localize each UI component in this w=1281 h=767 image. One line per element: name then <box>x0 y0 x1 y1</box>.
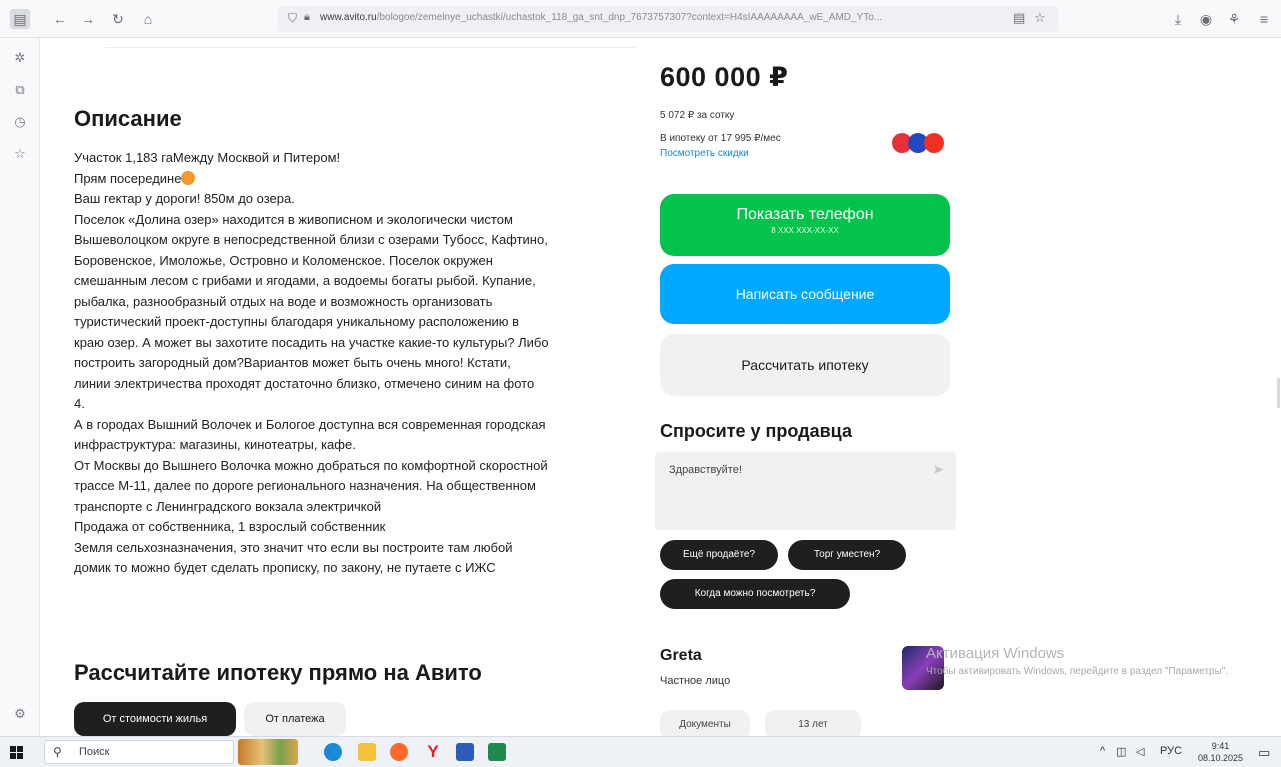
description-line: домик то можно будет сделать прописку, п… <box>74 560 496 575</box>
tray-chevron-icon[interactable]: ^ <box>1100 745 1105 757</box>
menu-icon[interactable]: ≡ <box>1254 9 1274 29</box>
taskbar-clock[interactable]: 9:41 08.10.2025 <box>1198 740 1243 764</box>
description-line: построить загородный дом?Вариантов может… <box>74 355 511 370</box>
description-title: Описание <box>74 106 182 131</box>
description-text: Участок 1,183 гаМежду Москвой и Питером!… <box>74 148 639 579</box>
description-line: Боровенское, Имоложье, Островно и Коломе… <box>74 252 493 268</box>
description-line: инфраструктура: магазины, кинотеатры, ка… <box>74 437 356 452</box>
account-icon[interactable]: ◉ <box>1196 9 1216 29</box>
description-line: А в городах Вышний Волочек и Бологое дос… <box>74 416 546 432</box>
phone-masked: 8 XXX XXX-XX-XX <box>771 226 839 235</box>
ask-seller-message: Здравствуйте! <box>669 464 742 476</box>
description-line: транспорте с Ленинградского вокзала элек… <box>74 498 382 514</box>
seller-badge-years: 13 лет <box>765 710 861 736</box>
description-line: трассе М-11, далее по дороге регионально… <box>74 478 536 493</box>
price-per-acre: 5 072 ₽ за сотку <box>660 110 735 121</box>
send-icon[interactable]: ➤ <box>932 461 944 478</box>
ai-chatbot-icon[interactable]: ✲ <box>12 50 28 66</box>
windows-start-icon[interactable] <box>10 746 24 760</box>
bookmark-star-icon[interactable]: ☆ <box>1034 10 1046 26</box>
shield-icon: ⛉ <box>288 11 298 25</box>
description-line: Участок 1,183 гаМежду Москвой и Питером! <box>74 150 341 165</box>
history-icon[interactable]: ◷ <box>12 114 28 130</box>
sidebar-toggle-icon[interactable]: ▤ <box>10 9 30 29</box>
windows-activation-watermark: Активация Windows Чтобы активировать Win… <box>926 645 1256 679</box>
excel-icon[interactable] <box>488 743 506 761</box>
yandex-browser-icon[interactable]: Y <box>424 743 442 761</box>
fire-emoji-icon <box>181 170 196 185</box>
listing-price: 600 000 ₽ <box>660 62 789 92</box>
bank-logo-icon <box>924 133 944 153</box>
downloads-icon[interactable]: ⤓ <box>1168 9 1188 29</box>
ask-seller-title: Спросите у продавца <box>660 421 852 441</box>
description-line: Поселок «Долина озер» находится в живопи… <box>74 211 513 227</box>
taskbar-search-placeholder: Поиск <box>79 746 110 758</box>
synced-tabs-icon[interactable]: ⧉ <box>12 82 28 98</box>
settings-gear-icon[interactable]: ⚙ <box>12 706 28 722</box>
description-line: краю озер. А может вы захотите посадить … <box>74 334 549 350</box>
back-icon[interactable]: ← <box>50 9 70 29</box>
description-line: От Москвы до Вышнего Волочка можно добра… <box>74 457 548 473</box>
seller-badge-documents: Документы <box>660 710 750 736</box>
mortgage-section-title: Рассчитайте ипотеку прямо на Авито <box>74 660 482 685</box>
browser-toolbar: ▤ ← → ↻ ⌂ ⛉ 🔒︎ www.avito.ru/bologoe/zeme… <box>0 0 1281 38</box>
network-icon[interactable]: ◫ <box>1116 745 1126 758</box>
tab-from-payment[interactable]: От платежа <box>244 702 346 736</box>
url-text: www.avito.ru/bologoe/zemelnye_uchastki/u… <box>320 12 883 23</box>
volume-icon[interactable]: ◁ <box>1136 745 1144 758</box>
search-highlight-image[interactable] <box>238 739 298 765</box>
firefox-icon[interactable] <box>390 743 408 761</box>
edge-icon[interactable] <box>324 743 342 761</box>
quick-question-chip[interactable]: Когда можно посмотреть? <box>660 579 850 609</box>
map-strip <box>105 38 635 48</box>
notifications-icon[interactable]: ▭ <box>1258 745 1270 761</box>
discounts-link[interactable]: Посмотреть скидки <box>660 148 749 159</box>
word-icon[interactable] <box>456 743 474 761</box>
calculate-mortgage-button[interactable]: Рассчитать ипотеку <box>660 334 950 396</box>
description-line: Вышеволоцком округе в непосредственной б… <box>74 232 548 247</box>
mortgage-from: В ипотеку от 17 995 ₽/мес <box>660 133 781 144</box>
reload-icon[interactable]: ↻ <box>108 9 128 29</box>
description-line: Прям посередине <box>74 169 639 190</box>
quick-question-chip[interactable]: Ещё продаёте? <box>660 540 778 570</box>
quick-question-chip[interactable]: Торг уместен? <box>788 540 906 570</box>
home-icon[interactable]: ⌂ <box>138 9 158 29</box>
lock-icon: 🔒︎ <box>304 11 310 23</box>
windows-activation-title: Активация Windows <box>926 645 1065 662</box>
file-explorer-icon[interactable] <box>358 743 376 761</box>
description-line: туристический проект-доступны благодаря … <box>74 314 520 329</box>
address-bar[interactable]: ⛉ 🔒︎ www.avito.ru/bologoe/zemelnye_uchas… <box>278 6 1058 32</box>
forward-icon[interactable]: → <box>78 9 98 29</box>
reader-view-icon[interactable]: ▤ <box>1013 10 1025 26</box>
description-line: рыбалка, разнообразный отдых на воде и в… <box>74 293 493 309</box>
windows-activation-text: Чтобы активировать Windows, перейдите в … <box>926 666 1229 677</box>
seller-type: Частное лицо <box>660 675 731 687</box>
extensions-icon[interactable]: ⚘ <box>1224 9 1244 29</box>
seller-name[interactable]: Greta <box>660 647 702 665</box>
bank-logos <box>892 133 952 155</box>
clock-time: 9:41 <box>1211 741 1230 751</box>
bookmarks-icon[interactable]: ☆ <box>12 146 28 162</box>
show-phone-label: Показать телефон <box>736 206 874 223</box>
description-line: смешанным лесом с грибами и ягодами, а в… <box>74 273 536 288</box>
description-line: Земля сельхозназначения, это значит что … <box>74 539 513 555</box>
search-icon: ⚲ <box>53 745 62 759</box>
description-line: Продажа от собственника, 1 взрослый собс… <box>74 519 386 534</box>
ask-seller-input[interactable]: Здравствуйте! ➤ <box>655 452 956 530</box>
description-line: Ваш гектар у дороги! 850м до озера. <box>74 191 295 206</box>
description-line: линии электричества проходят достаточно … <box>74 375 535 391</box>
taskbar-search-input[interactable]: ⚲ Поиск <box>44 740 234 764</box>
listing-page: Описание Участок 1,183 гаМежду Москвой и… <box>41 38 1281 736</box>
clock-date: 08.10.2025 <box>1198 753 1244 763</box>
browser-sidebar: ✲ ⧉ ◷ ☆ ⚙ <box>0 38 40 736</box>
tab-from-price[interactable]: От стоимости жилья <box>74 702 236 736</box>
show-phone-button[interactable]: Показать телефон 8 XXX XXX-XX-XX <box>660 194 950 256</box>
description-line: 4. <box>74 396 85 411</box>
scrollbar-thumb[interactable] <box>1277 378 1280 408</box>
windows-taskbar: ⚲ Поиск Y ^ ◫ ◁ РУС 9:41 08.10.2025 ▭ <box>0 736 1281 767</box>
write-message-button[interactable]: Написать сообщение <box>660 264 950 324</box>
language-indicator[interactable]: РУС <box>1160 745 1182 757</box>
